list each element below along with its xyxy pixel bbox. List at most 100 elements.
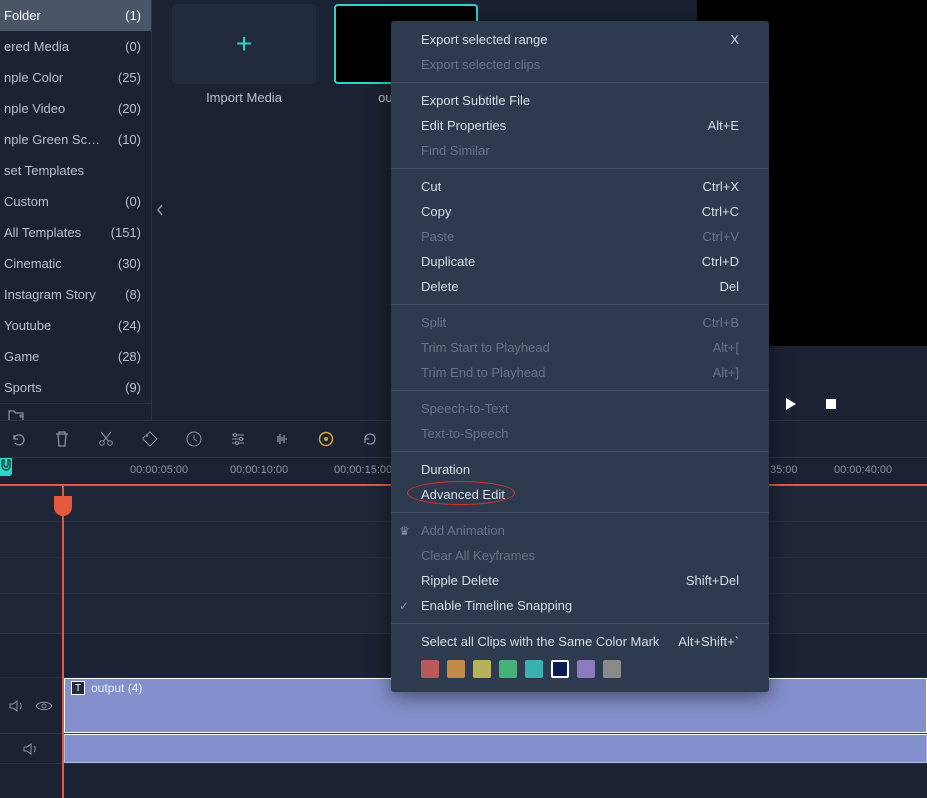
sidebar-item-count: (30): [118, 256, 141, 271]
import-media-tile[interactable]: + Import Media: [172, 4, 316, 105]
eye-icon[interactable]: [35, 700, 53, 712]
time-label: 00:00:05:00: [130, 464, 188, 476]
menu-item-shortcut: Alt+]: [713, 365, 739, 380]
menu-separator: [391, 451, 769, 452]
sidebar: Folder(1)ered Media(0)nple Color(25)nple…: [0, 0, 152, 420]
menu-item-duplicate[interactable]: DuplicateCtrl+D: [391, 249, 769, 274]
menu-item-shortcut: Ctrl+B: [703, 315, 739, 330]
sliders-icon[interactable]: [228, 429, 248, 449]
menu-item-label: Duplicate: [421, 254, 475, 269]
menu-item-split: SplitCtrl+B: [391, 310, 769, 335]
menu-item-label: Export selected clips: [421, 57, 540, 72]
sidebar-item[interactable]: nple Video(20): [0, 93, 151, 124]
audio-clip[interactable]: [64, 734, 927, 763]
menu-item-shortcut: X: [730, 32, 739, 47]
menu-item-label: Duration: [421, 462, 470, 477]
sidebar-item[interactable]: Cinematic (30): [0, 248, 151, 279]
menu-item-advanced-edit[interactable]: Advanced Edit: [391, 482, 769, 507]
audio-track-1[interactable]: [0, 734, 927, 764]
cut-icon[interactable]: [96, 429, 116, 449]
sidebar-splitter[interactable]: [152, 0, 168, 420]
menu-item-label: Cut: [421, 179, 441, 194]
menu-item-copy[interactable]: CopyCtrl+C: [391, 199, 769, 224]
sidebar-item-label: Custom: [4, 194, 49, 209]
menu-item-shortcut: Alt+Shift+`: [678, 634, 739, 649]
menu-item-select-all-clips-with-the-same-color-mark[interactable]: Select all Clips with the Same Color Mar…: [391, 629, 769, 654]
color-wheel-icon[interactable]: [316, 429, 336, 449]
sidebar-item[interactable]: All Templates(151): [0, 217, 151, 248]
sidebar-item[interactable]: nple Green Scre...(10): [0, 124, 151, 155]
menu-item-trim-end-to-playhead: Trim End to Playhead Alt+]: [391, 360, 769, 385]
undo-icon[interactable]: [8, 429, 28, 449]
time-label: 35:00: [770, 464, 798, 476]
menu-item-shortcut: Ctrl+V: [703, 229, 739, 244]
sidebar-item-label: Game: [4, 349, 39, 364]
time-label: 00:00:10:00: [230, 464, 288, 476]
sidebar-item[interactable]: Game(28): [0, 341, 151, 372]
menu-item-text-to-speech: Text-to-Speech: [391, 421, 769, 446]
sidebar-item-label: Sports: [4, 380, 42, 395]
audio-wave-icon[interactable]: [272, 429, 292, 449]
menu-item-export-selected-range[interactable]: Export selected rangeX: [391, 27, 769, 52]
play-button[interactable]: [785, 397, 797, 411]
menu-item-trim-start-to-playhead: Trim Start to PlayheadAlt+[: [391, 335, 769, 360]
menu-separator: [391, 168, 769, 169]
sidebar-item[interactable]: Sports(9): [0, 372, 151, 403]
import-media-thumb[interactable]: +: [172, 4, 316, 84]
sidebar-item[interactable]: Instagram Story(8): [0, 279, 151, 310]
color-swatch[interactable]: [421, 660, 439, 678]
menu-item-label: Advanced Edit: [421, 487, 505, 502]
speed-icon[interactable]: [184, 429, 204, 449]
color-swatch[interactable]: [525, 660, 543, 678]
track-gutter: [0, 678, 62, 733]
sidebar-item[interactable]: Folder(1): [0, 0, 151, 31]
menu-item-label: Delete: [421, 279, 459, 294]
color-swatch[interactable]: [577, 660, 595, 678]
time-label: 00:00:15:00: [334, 464, 392, 476]
refresh-icon[interactable]: [360, 429, 380, 449]
menu-item-ripple-delete[interactable]: Ripple DeleteShift+Del: [391, 568, 769, 593]
menu-item-delete[interactable]: Delete Del: [391, 274, 769, 299]
menu-item-shortcut: Del: [719, 279, 739, 294]
menu-separator: [391, 82, 769, 83]
menu-separator: [391, 623, 769, 624]
playhead-line[interactable]: [62, 486, 64, 798]
sidebar-item-label: Youtube: [4, 318, 51, 333]
menu-item-label: Edit Properties: [421, 118, 506, 133]
tag-icon[interactable]: [140, 429, 160, 449]
sidebar-item-label: nple Video: [4, 101, 65, 116]
color-swatch[interactable]: [473, 660, 491, 678]
sidebar-item-label: Cinematic: [4, 256, 62, 271]
sidebar-item[interactable]: set Templates: [0, 155, 151, 186]
menu-item-cut[interactable]: CutCtrl+X: [391, 174, 769, 199]
color-swatch[interactable]: [551, 660, 569, 678]
sidebar-item-label: Folder: [4, 8, 41, 23]
stop-button[interactable]: [825, 398, 837, 410]
menu-item-speech-to-text: Speech-to-Text: [391, 396, 769, 421]
color-swatch[interactable]: [447, 660, 465, 678]
menu-item-enable-timeline-snapping[interactable]: ✓Enable Timeline Snapping: [391, 593, 769, 618]
magnet-cue-icon[interactable]: [0, 458, 12, 476]
delete-icon[interactable]: [52, 429, 72, 449]
color-swatch[interactable]: [603, 660, 621, 678]
menu-item-duration[interactable]: Duration: [391, 457, 769, 482]
menu-separator: [391, 512, 769, 513]
sidebar-item[interactable]: Youtube(24): [0, 310, 151, 341]
sidebar-item[interactable]: Custom(0): [0, 186, 151, 217]
color-mark-row: [391, 654, 769, 686]
menu-item-label: Trim End to Playhead: [421, 365, 546, 380]
menu-item-edit-properties[interactable]: Edit PropertiesAlt+E: [391, 113, 769, 138]
mute-icon[interactable]: [23, 742, 39, 756]
mute-icon[interactable]: [9, 699, 25, 713]
menu-item-paste: Paste Ctrl+V: [391, 224, 769, 249]
chevron-left-icon: [156, 203, 164, 217]
sidebar-item[interactable]: ered Media(0): [0, 31, 151, 62]
sidebar-item[interactable]: nple Color(25): [0, 62, 151, 93]
color-swatch[interactable]: [499, 660, 517, 678]
sidebar-new-folder[interactable]: [0, 403, 151, 420]
menu-item-shortcut: Alt+[: [713, 340, 739, 355]
menu-item-label: Paste: [421, 229, 454, 244]
clip-label: output (4): [91, 681, 142, 695]
menu-item-export-subtitle-file[interactable]: Export Subtitle File: [391, 88, 769, 113]
playhead-handle[interactable]: [54, 496, 72, 516]
